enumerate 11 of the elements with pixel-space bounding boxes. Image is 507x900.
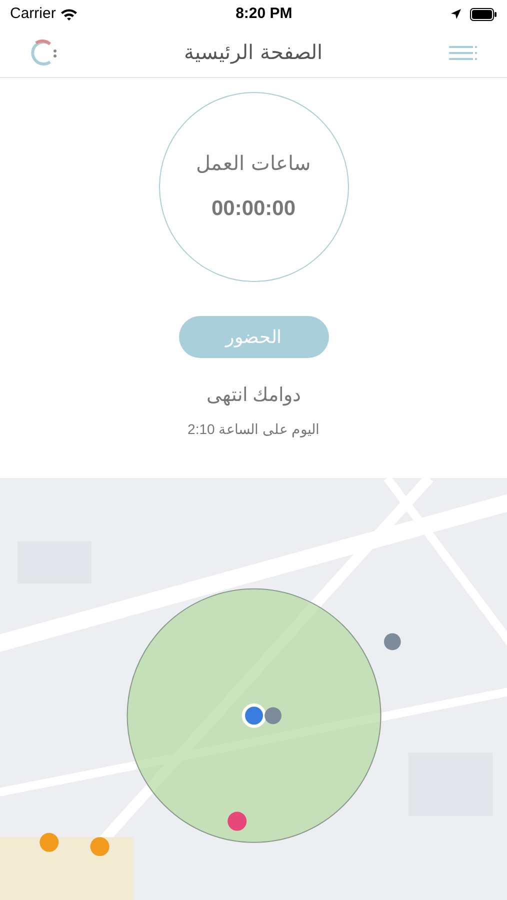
page-title: الصفحة الرئيسية — [184, 40, 323, 66]
shift-status-detail: اليوم على الساعة 2:10 — [188, 420, 320, 440]
wifi-icon — [60, 8, 78, 20]
status-time: 8:20 PM — [236, 4, 292, 24]
carrier-label: Carrier — [10, 4, 56, 24]
location-arrow-icon — [450, 8, 462, 20]
shift-status-message: دوامك انتهى — [206, 384, 301, 408]
timer-label: ساعات العمل — [196, 152, 311, 178]
timer-value: 00:00:00 — [211, 196, 296, 222]
battery-icon — [470, 8, 497, 20]
spinner-logo-icon[interactable] — [28, 38, 58, 68]
